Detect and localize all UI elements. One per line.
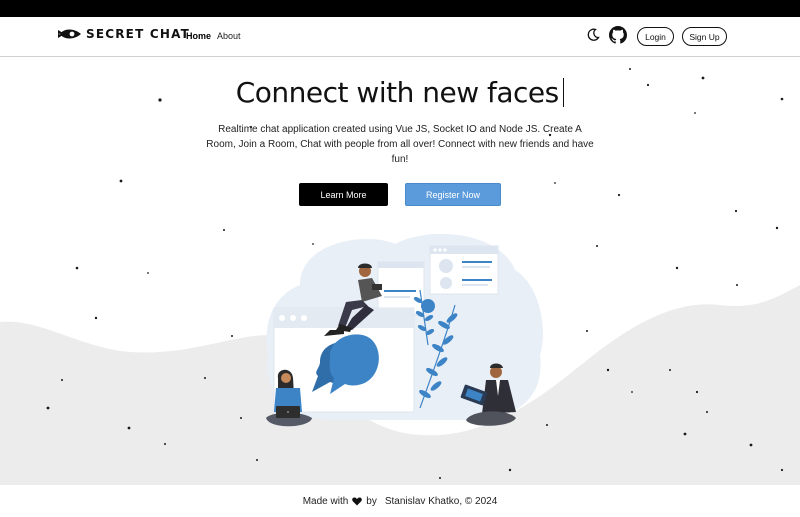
hero-illustration <box>266 233 543 427</box>
typing-cursor <box>562 78 565 107</box>
footer-made-with: Made with <box>302 495 349 507</box>
hill-background <box>0 285 800 485</box>
register-now-button[interactable]: Register Now <box>405 183 501 206</box>
hero-title: Connect with new faces <box>0 76 800 109</box>
heart-icon <box>352 496 363 505</box>
footer-author: Stanislav Khatko, © 2024 <box>384 495 498 507</box>
browser-top-bar <box>0 0 800 17</box>
moon-icon <box>587 28 600 41</box>
rocket-icon <box>58 29 81 39</box>
nav-home-link[interactable]: Home <box>186 31 211 41</box>
github-icon <box>609 26 627 44</box>
navbar: SECRET CHAT Home About Login Sign Up <box>0 17 800 57</box>
hero-title-text: Connect with new faces <box>235 76 559 109</box>
learn-more-button[interactable]: Learn More <box>299 183 388 206</box>
nav-about-link[interactable]: About <box>217 31 241 41</box>
signup-button[interactable]: Sign Up <box>682 27 727 46</box>
login-button[interactable]: Login <box>637 27 674 46</box>
footer-by: by <box>366 495 377 507</box>
brand-logo-link[interactable]: SECRET CHAT <box>58 27 190 41</box>
theme-toggle-button[interactable] <box>584 26 602 44</box>
hero-subtitle: Realtime chat application created using … <box>206 124 594 165</box>
footer: Made with by Stanislav Khatko, © 2024 <box>0 485 800 517</box>
brand-name: SECRET CHAT <box>86 27 191 41</box>
github-link[interactable] <box>609 26 627 44</box>
illustration-blob <box>266 233 543 420</box>
